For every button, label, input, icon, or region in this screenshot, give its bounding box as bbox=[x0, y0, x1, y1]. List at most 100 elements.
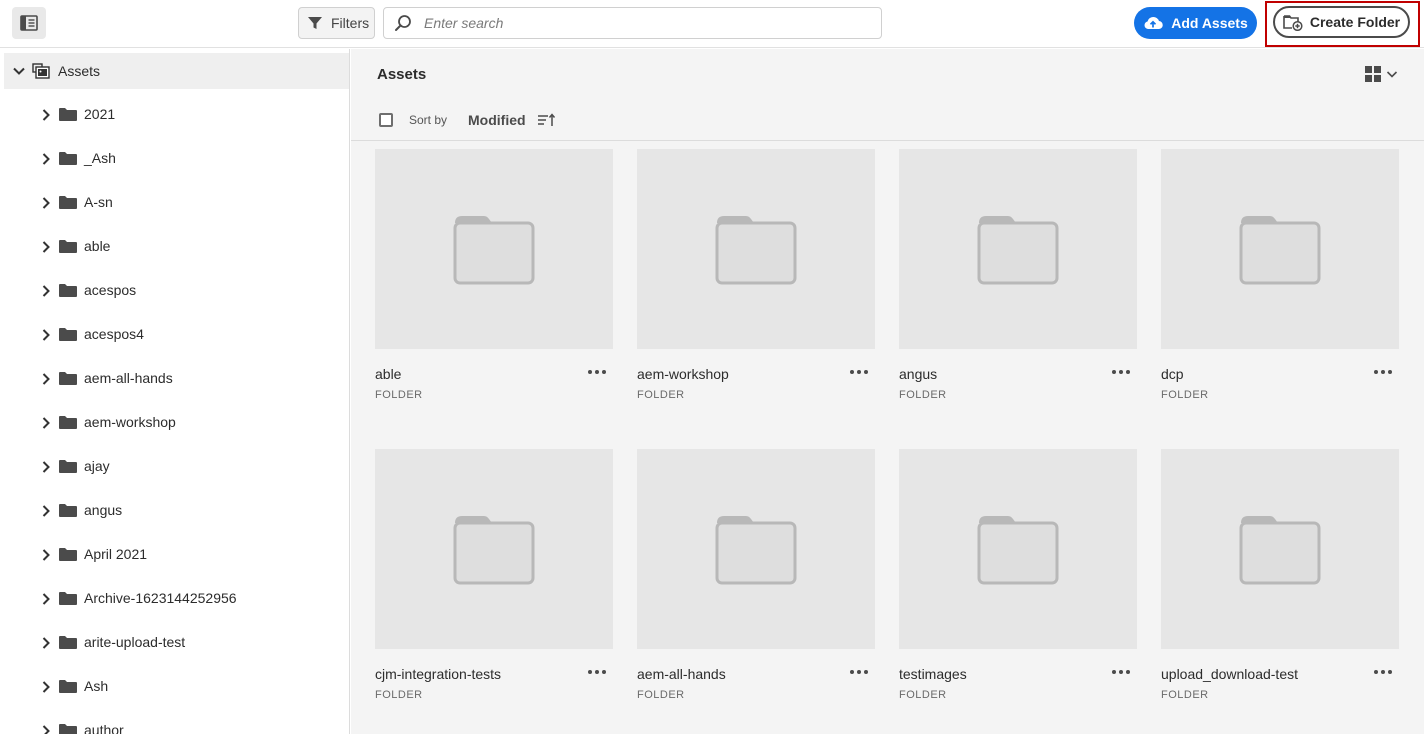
card-thumbnail[interactable] bbox=[1161, 449, 1399, 649]
more-actions-icon[interactable] bbox=[587, 667, 607, 677]
folder-icon bbox=[977, 216, 1059, 285]
cloud-upload-icon bbox=[1144, 16, 1163, 30]
search-input[interactable] bbox=[424, 15, 864, 31]
more-actions-icon[interactable] bbox=[587, 367, 607, 377]
folder-card[interactable]: angus FOLDER bbox=[899, 149, 1137, 439]
tree-root-label: Assets bbox=[58, 63, 101, 79]
card-title[interactable]: upload_download-test bbox=[1161, 666, 1298, 682]
card-title[interactable]: dcp bbox=[1161, 366, 1184, 382]
chevron-right-icon[interactable] bbox=[40, 636, 52, 650]
folder-card[interactable]: testimages FOLDER bbox=[899, 449, 1137, 734]
tree-item-label: _Ash bbox=[84, 150, 116, 166]
tree-item[interactable]: Ash bbox=[0, 665, 349, 709]
tree-item[interactable]: angus bbox=[0, 489, 349, 533]
tree-item[interactable]: ajay bbox=[0, 445, 349, 489]
tree-item[interactable]: aem-all-hands bbox=[0, 357, 349, 401]
card-type-label: FOLDER bbox=[637, 689, 685, 701]
view-switcher[interactable] bbox=[1364, 65, 1398, 83]
chevron-right-icon[interactable] bbox=[40, 328, 52, 342]
card-thumbnail[interactable] bbox=[1161, 149, 1399, 349]
tree-item[interactable]: acespos4 bbox=[0, 313, 349, 357]
more-actions-icon[interactable] bbox=[1111, 667, 1131, 677]
tree-item[interactable]: author bbox=[0, 709, 349, 734]
folder-add-icon bbox=[1283, 15, 1303, 31]
card-type-label: FOLDER bbox=[1161, 389, 1209, 401]
tree-item[interactable]: acespos bbox=[0, 269, 349, 313]
more-actions-icon[interactable] bbox=[849, 367, 869, 377]
tree-item-label: angus bbox=[84, 502, 123, 518]
card-thumbnail[interactable] bbox=[637, 149, 875, 349]
card-thumbnail[interactable] bbox=[375, 149, 613, 349]
card-title[interactable]: aem-workshop bbox=[637, 366, 729, 382]
chevron-down-icon[interactable] bbox=[12, 64, 26, 78]
card-thumbnail[interactable] bbox=[375, 449, 613, 649]
card-type-label: FOLDER bbox=[899, 689, 947, 701]
top-bar: Filters Add Assets Create Folder bbox=[0, 0, 1424, 48]
sort-direction-icon[interactable] bbox=[537, 112, 557, 128]
folder-card[interactable]: cjm-integration-tests FOLDER bbox=[375, 449, 613, 734]
folder-card[interactable]: dcp FOLDER bbox=[1161, 149, 1399, 439]
folder-icon bbox=[977, 516, 1059, 585]
tree-item[interactable]: Archive-1623144252956 bbox=[0, 577, 349, 621]
tree-item[interactable]: able bbox=[0, 225, 349, 269]
chevron-right-icon[interactable] bbox=[40, 152, 52, 166]
toggle-side-rail-button[interactable] bbox=[12, 7, 46, 39]
chevron-right-icon[interactable] bbox=[40, 372, 52, 386]
content-area: Assets Sort by Modified able FOLDER aem-… bbox=[351, 49, 1424, 734]
create-folder-button[interactable]: Create Folder bbox=[1273, 6, 1410, 38]
card-title[interactable]: testimages bbox=[899, 666, 967, 682]
folder-icon bbox=[453, 216, 535, 285]
chevron-right-icon[interactable] bbox=[40, 460, 52, 474]
card-thumbnail[interactable] bbox=[637, 449, 875, 649]
chevron-right-icon[interactable] bbox=[40, 240, 52, 254]
more-actions-icon[interactable] bbox=[849, 667, 869, 677]
chevron-right-icon[interactable] bbox=[40, 504, 52, 518]
chevron-right-icon[interactable] bbox=[40, 196, 52, 210]
card-title[interactable]: aem-all-hands bbox=[637, 666, 726, 682]
chevron-right-icon[interactable] bbox=[40, 416, 52, 430]
folder-icon bbox=[59, 284, 77, 297]
folder-card[interactable]: aem-workshop FOLDER bbox=[637, 149, 875, 439]
chevron-right-icon[interactable] bbox=[40, 680, 52, 694]
tree-root-assets[interactable]: Assets bbox=[4, 53, 349, 89]
page-title: Assets bbox=[377, 66, 427, 83]
filter-icon bbox=[308, 17, 322, 29]
tree-item[interactable]: A-sn bbox=[0, 181, 349, 225]
card-thumbnail[interactable] bbox=[899, 449, 1137, 649]
assets-root-icon bbox=[32, 63, 50, 79]
folder-icon bbox=[59, 328, 77, 341]
folder-icon bbox=[1239, 516, 1321, 585]
folder-card[interactable]: upload_download-test FOLDER bbox=[1161, 449, 1399, 734]
tree-item[interactable]: aem-workshop bbox=[0, 401, 349, 445]
card-title[interactable]: cjm-integration-tests bbox=[375, 666, 501, 682]
folder-icon bbox=[59, 108, 77, 121]
more-actions-icon[interactable] bbox=[1111, 367, 1131, 377]
chevron-right-icon[interactable] bbox=[40, 592, 52, 606]
tree-item-label: Ash bbox=[84, 678, 109, 694]
more-actions-icon[interactable] bbox=[1373, 367, 1393, 377]
side-rail-icon bbox=[20, 15, 38, 31]
card-thumbnail[interactable] bbox=[899, 149, 1137, 349]
tree-item[interactable]: _Ash bbox=[0, 137, 349, 181]
tree-item[interactable]: arite-upload-test bbox=[0, 621, 349, 665]
chevron-right-icon[interactable] bbox=[40, 284, 52, 298]
chevron-right-icon[interactable] bbox=[40, 724, 52, 734]
card-type-label: FOLDER bbox=[637, 389, 685, 401]
select-all-checkbox[interactable] bbox=[379, 113, 393, 127]
folder-card[interactable]: aem-all-hands FOLDER bbox=[637, 449, 875, 734]
search-icon bbox=[395, 15, 411, 31]
filters-button[interactable]: Filters bbox=[298, 7, 375, 39]
chevron-right-icon[interactable] bbox=[40, 548, 52, 562]
card-title[interactable]: able bbox=[375, 366, 401, 382]
filters-label: Filters bbox=[331, 15, 370, 31]
card-title[interactable]: angus bbox=[899, 366, 937, 382]
search-field[interactable] bbox=[383, 7, 882, 39]
folder-icon bbox=[59, 724, 77, 734]
chevron-right-icon[interactable] bbox=[40, 108, 52, 122]
sort-field-dropdown[interactable]: Modified bbox=[468, 112, 526, 128]
folder-card[interactable]: able FOLDER bbox=[375, 149, 613, 439]
tree-item[interactable]: 2021 bbox=[0, 93, 349, 137]
add-assets-button[interactable]: Add Assets bbox=[1134, 7, 1257, 39]
more-actions-icon[interactable] bbox=[1373, 667, 1393, 677]
tree-item[interactable]: April 2021 bbox=[0, 533, 349, 577]
